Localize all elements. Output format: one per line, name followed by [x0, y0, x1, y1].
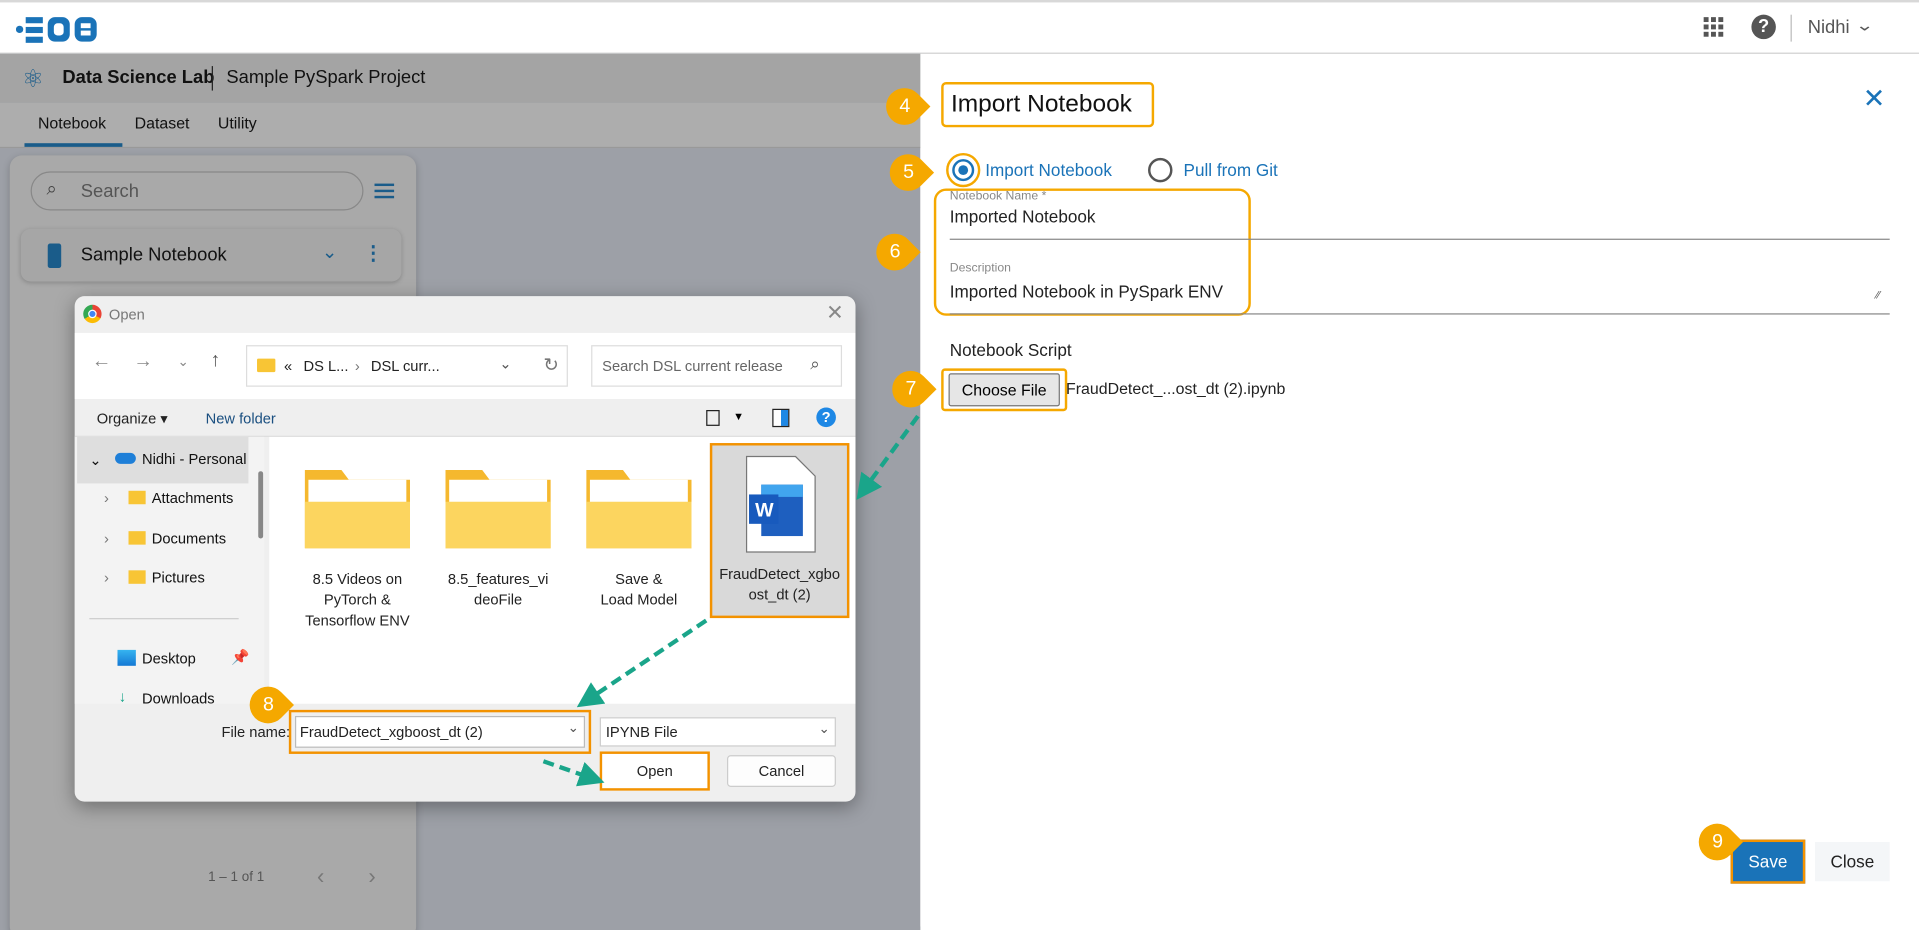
- arrow-to-open: [542, 759, 605, 787]
- guide-arrows: [542, 414, 920, 787]
- arrow-to-filename: [576, 618, 708, 708]
- arrow-to-file: [856, 414, 920, 500]
